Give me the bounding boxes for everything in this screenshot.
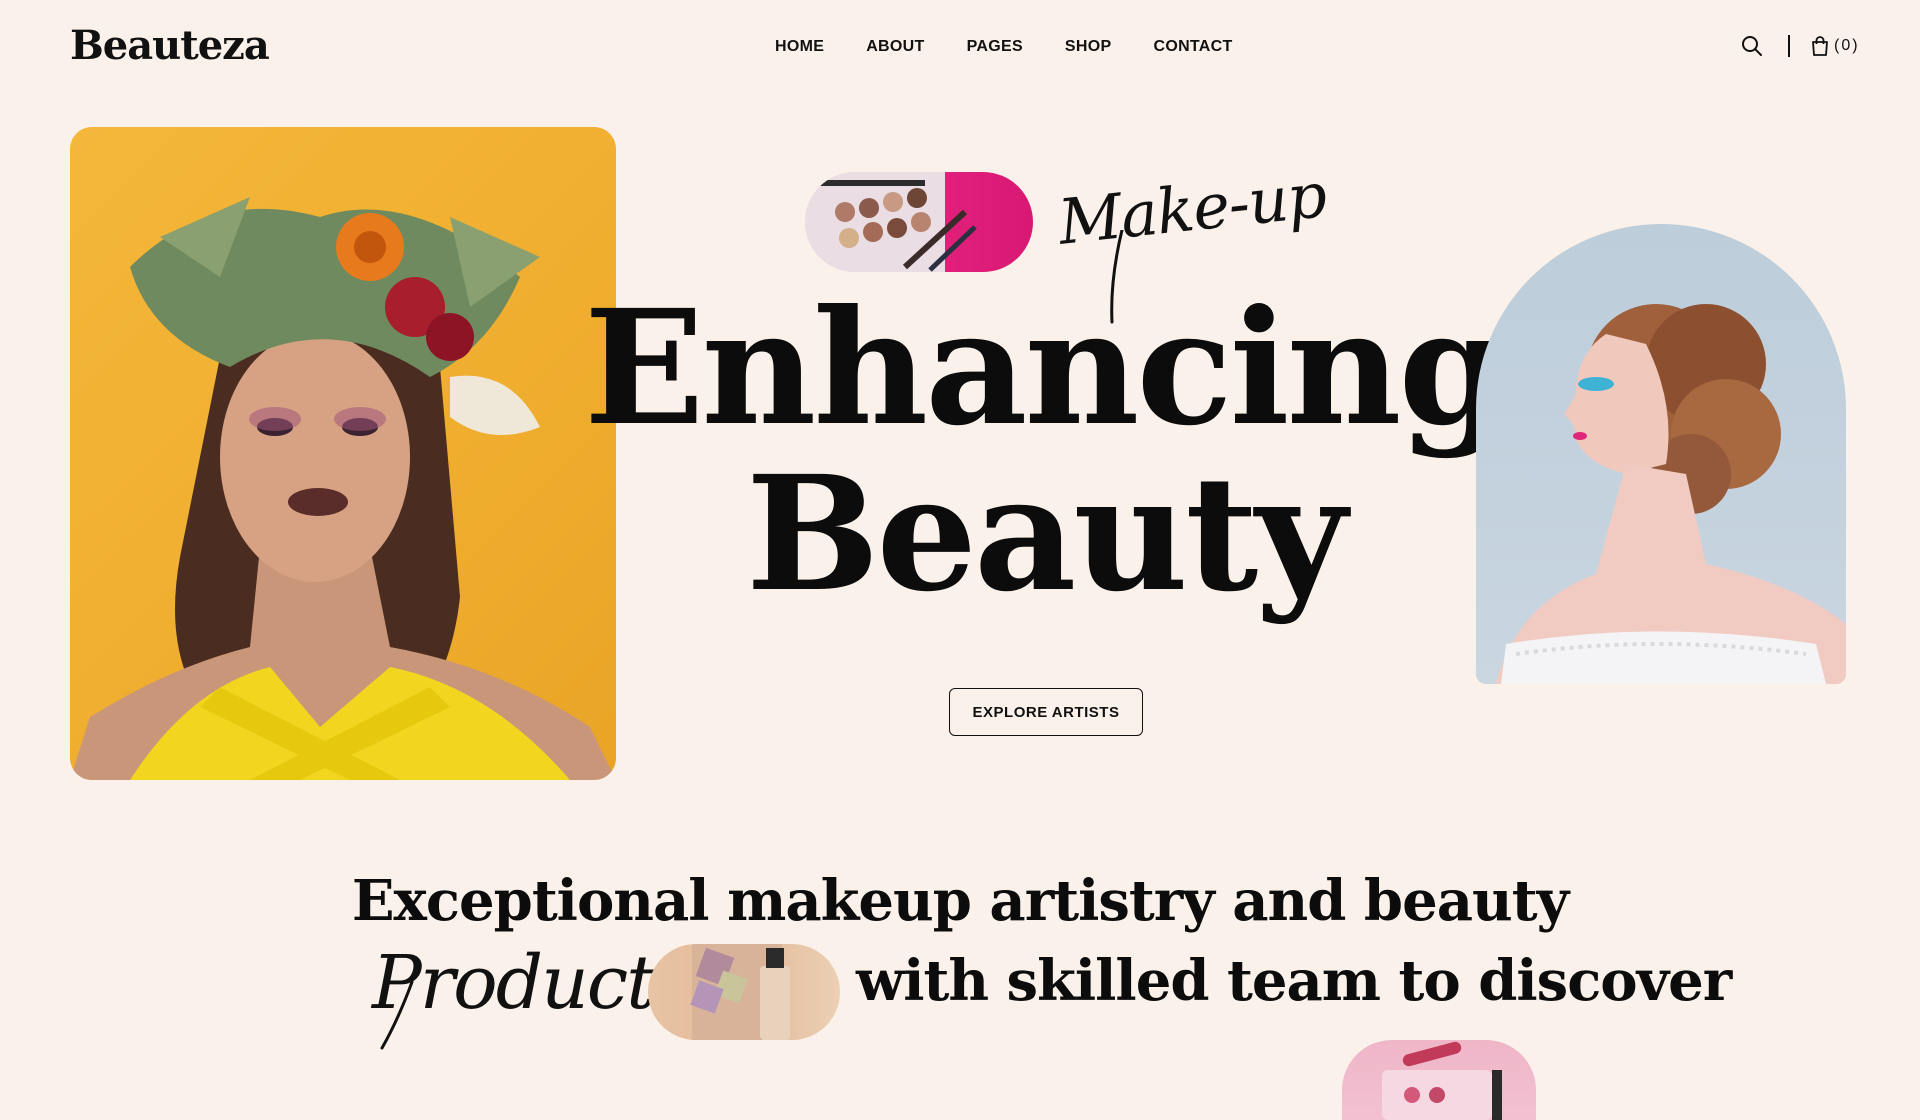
eyeshadow-palette-image <box>805 172 1033 272</box>
product-image-pill <box>648 944 840 1040</box>
main-nav: HOME ABOUT PAGES SHOP CONTACT <box>775 38 1233 56</box>
shopping-bag-icon <box>1812 36 1828 56</box>
nav-link-pages[interactable]: PAGES <box>967 38 1023 56</box>
hero-model-photo-left <box>70 127 616 780</box>
makeup-script-label: Make-up <box>1054 158 1330 259</box>
product-script-flourish <box>380 980 414 1050</box>
hero-title-line2: Beauty <box>745 442 1347 627</box>
hero-title-line1: Enhancing <box>583 276 1509 461</box>
hero-model-photo-right <box>1476 224 1846 684</box>
nav-link-home[interactable]: HOME <box>775 38 824 56</box>
header-tools: (0) <box>1740 34 1860 58</box>
logo[interactable]: Beauteza <box>70 22 270 69</box>
cart-button[interactable]: (0) <box>1810 35 1860 57</box>
cosmetics-image-pill <box>1342 1040 1536 1120</box>
cart-count: (0) <box>1834 37 1860 54</box>
tagline-line1: Exceptional makeup artistry and beauty <box>351 868 1569 934</box>
search-icon[interactable] <box>1740 34 1764 58</box>
site-header: Beauteza HOME ABOUT PAGES SHOP CONTACT (… <box>0 0 1920 100</box>
hero-title: Enhancing Beauty <box>560 286 1530 618</box>
explore-artists-button[interactable]: EXPLORE ARTISTS <box>949 688 1143 736</box>
nav-link-about[interactable]: ABOUT <box>866 38 924 56</box>
nav-link-shop[interactable]: SHOP <box>1065 38 1112 56</box>
nav-link-contact[interactable]: CONTACT <box>1153 38 1232 56</box>
tagline-line2: with skilled team to discover <box>856 948 1732 1014</box>
header-divider <box>1788 35 1790 57</box>
